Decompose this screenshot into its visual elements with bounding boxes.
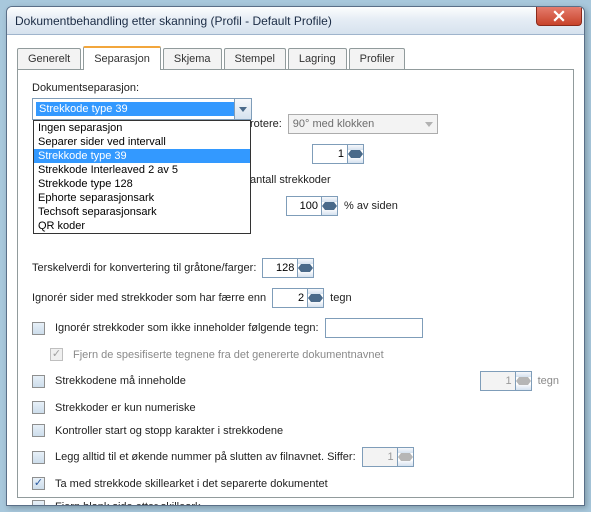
combo-dropdown-list: Ingen separasjon Separer sider ved inter… (33, 120, 251, 234)
ignore-chars-row: Ignorér strekkoder som ikke inneholder f… (32, 318, 559, 338)
threshold-stepper[interactable] (262, 258, 314, 278)
option-code128[interactable]: Strekkode type 128 (34, 177, 250, 191)
remove-chars-row: Fjern de spesifiserte tegnene fra det ge… (50, 348, 559, 361)
option-techsoft[interactable]: Techsoft separasjonsark (34, 205, 250, 219)
blank-label: Fjern blank side etter skilleark (55, 501, 201, 507)
spinner (397, 448, 413, 466)
rotate-value: 90° med klokken (293, 118, 374, 130)
include-separator-label: Ta med strekkode skillearket i det separ… (55, 478, 328, 490)
option-ephorte[interactable]: Ephorte separasjonsark (34, 191, 250, 205)
increment-input (363, 448, 397, 466)
percent-suffix: % av siden (344, 200, 398, 212)
must-contain-suffix: tegn (538, 375, 559, 387)
rotate-label-fragment: rotere: (250, 118, 282, 130)
must-contain-checkbox[interactable] (32, 375, 45, 388)
spinner[interactable] (347, 145, 363, 163)
option-interleaved[interactable]: Strekkode Interleaved 2 av 5 (34, 163, 250, 177)
option-interval[interactable]: Separer sider ved intervall (34, 135, 250, 149)
ignore-fewer-stepper[interactable] (272, 288, 324, 308)
startstop-label: Kontroller start og stopp karakter i str… (55, 425, 283, 437)
rotate-select[interactable]: 90° med klokken (288, 114, 438, 134)
ignore-chars-input[interactable] (325, 318, 423, 338)
option-qr[interactable]: QR koder (34, 219, 250, 233)
startstop-checkbox[interactable] (32, 424, 45, 437)
tabstrip: Generelt Separasjon Skjema Stempel Lagri… (17, 45, 574, 70)
percent-input[interactable] (287, 197, 321, 215)
threshold-label: Terskelverdi for konvertering til gråton… (32, 262, 256, 274)
tab-stempel[interactable]: Stempel (224, 48, 286, 69)
dialog-window: Dokumentbehandling etter skanning (Profi… (6, 6, 585, 506)
ignore-chars-checkbox[interactable] (32, 322, 45, 335)
num1-input[interactable] (313, 145, 347, 163)
threshold-row: Terskelverdi for konvertering til gråton… (32, 258, 559, 278)
include-separator-row: Ta med strekkode skillearket i det separ… (32, 477, 559, 490)
numeric-checkbox[interactable] (32, 401, 45, 414)
option-code39[interactable]: Strekkode type 39 (34, 149, 250, 163)
separation-label: Dokumentseparasjon: (32, 82, 559, 94)
numeric-label: Strekkoder er kun numeriske (55, 402, 196, 414)
ignore-fewer-label: Ignorér sider med strekkoder som har fær… (32, 292, 266, 304)
remove-chars-checkbox (50, 348, 63, 361)
spinner[interactable] (297, 259, 313, 277)
ignore-fewer-row: Ignorér sider med strekkoder som har fær… (32, 288, 559, 308)
must-contain-row: Strekkodene må inneholde tegn (32, 371, 559, 391)
spinner (515, 372, 531, 390)
remove-chars-label: Fjern de spesifiserte tegnene fra det ge… (73, 349, 384, 361)
threshold-input[interactable] (263, 259, 297, 277)
must-contain-stepper (480, 371, 532, 391)
barcode-count-fragment: antall strekkoder (250, 174, 331, 186)
spinner[interactable] (307, 289, 323, 307)
tab-pane: Dokumentseparasjon: Strekkode type 39 In… (17, 70, 574, 498)
titlebar: Dokumentbehandling etter skanning (Profi… (7, 7, 584, 35)
ignore-fewer-suffix: tegn (330, 292, 351, 304)
numeric-row: Strekkoder er kun numeriske (32, 401, 559, 414)
increment-checkbox[interactable] (32, 451, 45, 464)
ignore-fewer-input[interactable] (273, 289, 307, 307)
increment-stepper (362, 447, 414, 467)
must-contain-label: Strekkodene må inneholde (55, 375, 186, 387)
option-no-separation[interactable]: Ingen separasjon (34, 121, 250, 135)
content-area: Generelt Separasjon Skjema Stempel Lagri… (7, 35, 584, 502)
tab-skjema[interactable]: Skjema (163, 48, 222, 69)
window-title: Dokumentbehandling etter skanning (Profi… (13, 14, 332, 28)
num1-stepper[interactable] (312, 144, 364, 164)
tab-separasjon[interactable]: Separasjon (83, 46, 161, 70)
chevron-down-icon (425, 122, 433, 127)
blank-row: Fjern blank side etter skilleark (32, 500, 559, 506)
tab-profiler[interactable]: Profiler (349, 48, 406, 69)
percent-stepper[interactable] (286, 196, 338, 216)
blank-checkbox[interactable] (32, 500, 45, 506)
close-button[interactable] (536, 6, 582, 26)
increment-row: Legg alltid til et økende nummer på slut… (32, 447, 559, 467)
tab-lagring[interactable]: Lagring (288, 48, 347, 69)
increment-label: Legg alltid til et økende nummer på slut… (55, 451, 356, 463)
include-separator-checkbox[interactable] (32, 477, 45, 490)
tab-generelt[interactable]: Generelt (17, 48, 81, 69)
close-icon (553, 10, 565, 22)
must-contain-input (481, 372, 515, 390)
ignore-chars-label: Ignorér strekkoder som ikke inneholder f… (55, 322, 319, 334)
spinner[interactable] (321, 197, 337, 215)
startstop-row: Kontroller start og stopp karakter i str… (32, 424, 559, 437)
chevron-down-icon (239, 107, 247, 112)
